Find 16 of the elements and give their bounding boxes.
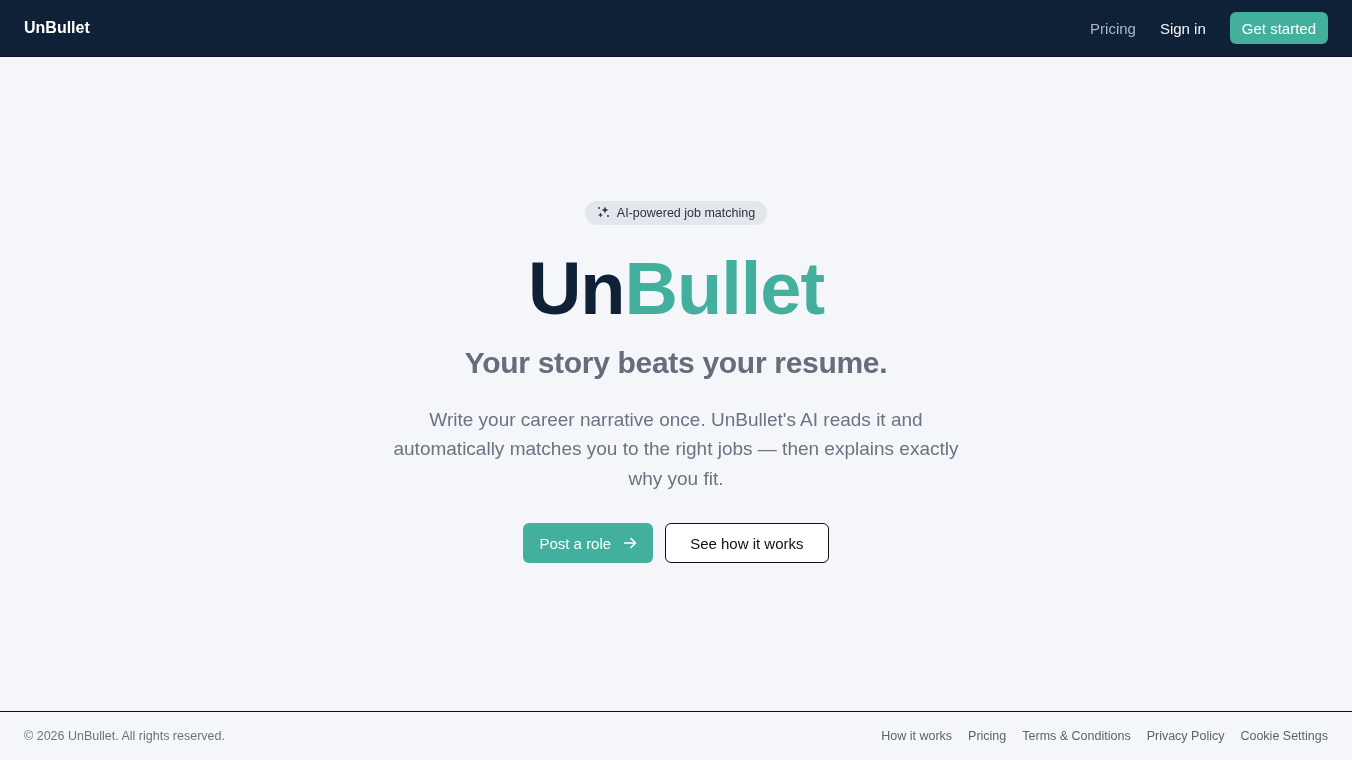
footer-link[interactable]: Terms & Conditions: [1022, 729, 1131, 743]
hero-description: Write your career narrative once. UnBullet's AI reads it and automatically matches you to the right jobs — then explains exactly why you fit.: [392, 407, 960, 491]
sign-in-link[interactable]: Sign in: [1159, 19, 1206, 37]
brand-logo-text[interactable]: UnBullet: [24, 19, 90, 37]
how-it-works-button[interactable]: See how it works: [665, 523, 829, 564]
badge-text: AI-powered job matching: [616, 205, 756, 220]
footer-link[interactable]: Privacy Policy: [1146, 729, 1225, 743]
sparkle-icon: [596, 206, 610, 220]
footer-link[interactable]: Cookie Settings: [1240, 729, 1328, 743]
hero-subtitle: Your story beats your resume.: [464, 344, 888, 381]
nav-link[interactable]: Pricing: [1090, 19, 1136, 37]
hero-title: UnBullet: [527, 246, 825, 331]
copyright-text: © 2026 UnBullet. All rights reserved.: [24, 729, 225, 743]
arrow-right-icon: [623, 536, 638, 551]
footer-link[interactable]: Pricing: [968, 729, 1007, 743]
footer-link[interactable]: How it works: [881, 729, 953, 743]
